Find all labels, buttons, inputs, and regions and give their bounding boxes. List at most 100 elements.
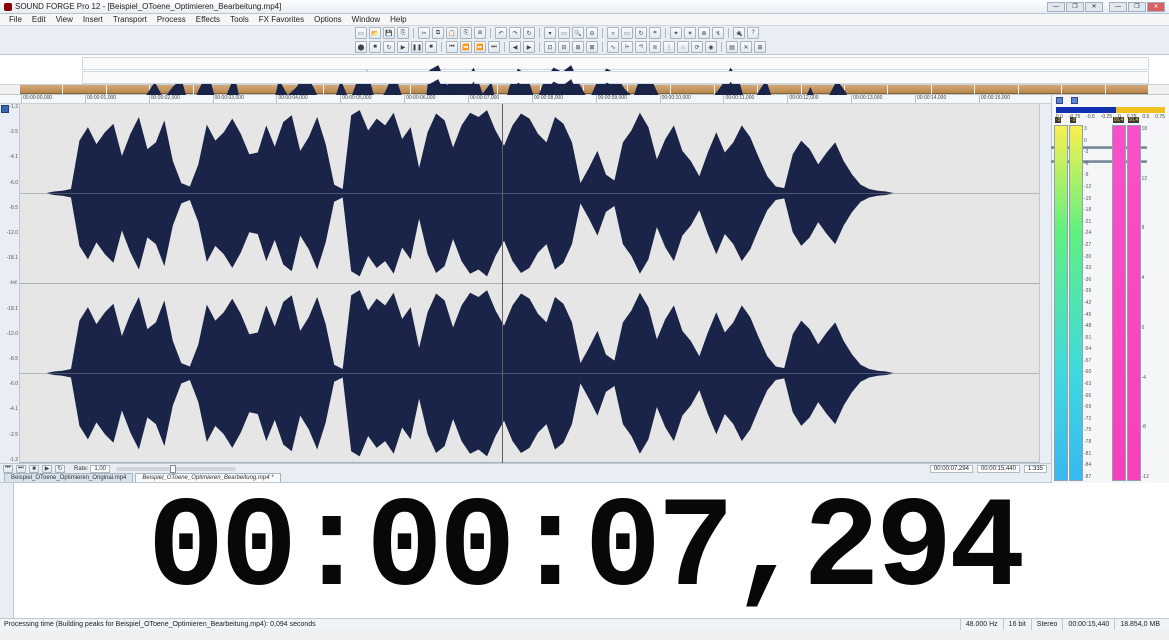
set1-button[interactable]: ▤ bbox=[726, 41, 738, 53]
peak-value-r: -3 bbox=[1070, 117, 1076, 123]
maximize-button[interactable]: ❐ bbox=[1128, 2, 1146, 12]
go-end-button[interactable]: ⏭ bbox=[488, 41, 500, 53]
save-button[interactable]: 💾 bbox=[383, 27, 395, 39]
rewind-button[interactable]: ⏪ bbox=[460, 41, 472, 53]
cursor-time-readout[interactable]: 00:00:07,294 bbox=[930, 465, 973, 473]
rate-label: Rate: bbox=[74, 466, 88, 472]
video-thumbnail[interactable] bbox=[20, 85, 62, 94]
marker-button[interactable]: ▾ bbox=[544, 27, 556, 39]
pause-button[interactable]: ❚❚ bbox=[411, 41, 423, 53]
undo-button[interactable]: ↶ bbox=[495, 27, 507, 39]
cut-button[interactable]: ✂ bbox=[418, 27, 430, 39]
fx7-button[interactable]: ⟳ bbox=[691, 41, 703, 53]
menu-tools[interactable]: Tools bbox=[225, 15, 254, 24]
menu-file[interactable]: File bbox=[4, 15, 27, 24]
waveform-area[interactable]: -1.2-2.5-4.1-6.0-8.5-12.0-18.1-Inf.-18.1… bbox=[0, 104, 1051, 463]
menu-window[interactable]: Window bbox=[347, 15, 385, 24]
repeat-button[interactable]: ↻ bbox=[523, 27, 535, 39]
menu-edit[interactable]: Edit bbox=[27, 15, 51, 24]
tool2-button[interactable]: ✶ bbox=[684, 27, 696, 39]
loop-button[interactable]: ↻ bbox=[55, 465, 65, 473]
prev-button[interactable]: ◀ bbox=[509, 41, 521, 53]
tool1-button[interactable]: ✦ bbox=[670, 27, 682, 39]
menu-fx-favorites[interactable]: FX Favorites bbox=[254, 15, 309, 24]
status-length: 00:00:15,440 bbox=[1062, 619, 1114, 630]
open-button[interactable]: 📂 bbox=[369, 27, 381, 39]
loop-button[interactable]: ↻ bbox=[383, 41, 395, 53]
play-button[interactable]: ▶ bbox=[397, 41, 409, 53]
menu-insert[interactable]: Insert bbox=[78, 15, 108, 24]
stop2-button[interactable]: ■ bbox=[425, 41, 437, 53]
paste-button[interactable]: 📋 bbox=[446, 27, 458, 39]
save-as-button[interactable]: ⎘ bbox=[397, 27, 409, 39]
go-start-button[interactable]: ⏮ bbox=[446, 41, 458, 53]
marker2-button[interactable]: ▿ bbox=[607, 27, 619, 39]
play-button[interactable]: ▶ bbox=[42, 465, 52, 473]
stop-button[interactable]: ■ bbox=[369, 41, 381, 53]
what-button[interactable]: ? bbox=[747, 27, 759, 39]
redo-button[interactable]: ↷ bbox=[509, 27, 521, 39]
zoom-sel-button[interactable]: 🔍 bbox=[572, 27, 584, 39]
fx2-button[interactable]: ⩥ bbox=[621, 41, 633, 53]
set3-button[interactable]: ⊞ bbox=[754, 41, 766, 53]
go-end-button[interactable]: ⏭ bbox=[16, 465, 26, 473]
region-button[interactable]: ▭ bbox=[621, 27, 633, 39]
zoom-ratio-readout[interactable]: 1:335 bbox=[1024, 465, 1047, 473]
record-button[interactable]: ⬤ bbox=[355, 41, 367, 53]
fx4-button[interactable]: ≋ bbox=[649, 41, 661, 53]
plug-button[interactable]: 🔌 bbox=[733, 27, 745, 39]
menu-effects[interactable]: Effects bbox=[191, 15, 225, 24]
menu-view[interactable]: View bbox=[51, 15, 78, 24]
doc-minimize-button[interactable]: — bbox=[1047, 2, 1065, 12]
tool3-button[interactable]: ⊕ bbox=[698, 27, 710, 39]
snap-button[interactable]: ⌗ bbox=[649, 27, 661, 39]
copy-button[interactable]: ⧉ bbox=[432, 27, 444, 39]
overview-panel[interactable] bbox=[0, 55, 1169, 85]
mode3-button[interactable]: ⊞ bbox=[572, 41, 584, 53]
menu-process[interactable]: Process bbox=[152, 15, 191, 24]
loudness-meter-l: 16,4 bbox=[1112, 125, 1126, 481]
zoom-out-button[interactable]: ⊖ bbox=[586, 27, 598, 39]
document-tab[interactable]: Beispiel_OToene_Optimieren_Original.mp4 bbox=[4, 473, 133, 482]
menu-help[interactable]: Help bbox=[385, 15, 411, 24]
mode2-button[interactable]: ⊟ bbox=[558, 41, 570, 53]
waveform-channel-left bbox=[20, 104, 1039, 284]
fx6-button[interactable]: ∴ bbox=[677, 41, 689, 53]
ruler-tick: 00:00:12,000 bbox=[787, 95, 818, 103]
loop-button[interactable]: ↻ bbox=[635, 27, 647, 39]
edit-button[interactable]: ↯ bbox=[712, 27, 724, 39]
paste-mix-button[interactable]: ⎘ bbox=[460, 27, 472, 39]
close-button[interactable]: ✕ bbox=[1147, 2, 1165, 12]
doc-close-button[interactable]: ✕ bbox=[1085, 2, 1103, 12]
trim-button[interactable]: ⧈ bbox=[474, 27, 486, 39]
mode4-button[interactable]: ⊠ bbox=[586, 41, 598, 53]
big-time-gutter bbox=[0, 483, 14, 618]
vertical-scrollbar[interactable] bbox=[1039, 104, 1051, 463]
menu-transport[interactable]: Transport bbox=[108, 15, 152, 24]
playhead-cursor[interactable] bbox=[502, 104, 503, 463]
fx5-button[interactable]: ⋮ bbox=[663, 41, 675, 53]
doc-maximize-button[interactable]: ❐ bbox=[1066, 2, 1084, 12]
rate-slider[interactable] bbox=[116, 467, 236, 471]
next-button[interactable]: ▶ bbox=[523, 41, 535, 53]
total-time-readout[interactable]: 00:00:15,440 bbox=[977, 465, 1020, 473]
forward-button[interactable]: ⏩ bbox=[474, 41, 486, 53]
minimize-button[interactable]: — bbox=[1109, 2, 1127, 12]
set2-button[interactable]: ✕ bbox=[740, 41, 752, 53]
rate-value[interactable]: 1,00 bbox=[90, 465, 110, 473]
timeline-ruler[interactable]: 00:00:00,00000:00:01,00000:00:02,00000:0… bbox=[0, 95, 1051, 104]
transport-controls: ⏮ ⏭ ■ ▶ ↻ bbox=[0, 465, 68, 473]
fx3-button[interactable]: ⩤ bbox=[635, 41, 647, 53]
mode1-button[interactable]: ⊡ bbox=[544, 41, 556, 53]
selection-button[interactable]: ▭ bbox=[558, 27, 570, 39]
fx8-button[interactable]: ◉ bbox=[705, 41, 717, 53]
new-button[interactable]: ▭ bbox=[355, 27, 367, 39]
rate-slider-handle[interactable] bbox=[170, 465, 176, 473]
toolbar-region: ▭📂💾⎘✂⧉📋⎘⧈↶↷↻▾▭🔍⊖▿▭↻⌗✦✶⊕↯🔌? ⬤■↻▶❚❚■⏮⏪⏩⏭◀▶… bbox=[0, 26, 1169, 55]
loudness-meter-r: 16,4 bbox=[1127, 125, 1141, 481]
stop-button[interactable]: ■ bbox=[29, 465, 39, 473]
fx1-button[interactable]: ∿ bbox=[607, 41, 619, 53]
waveform-canvas[interactable] bbox=[20, 104, 1039, 463]
menu-options[interactable]: Options bbox=[309, 15, 347, 24]
go-start-button[interactable]: ⏮ bbox=[3, 465, 13, 473]
